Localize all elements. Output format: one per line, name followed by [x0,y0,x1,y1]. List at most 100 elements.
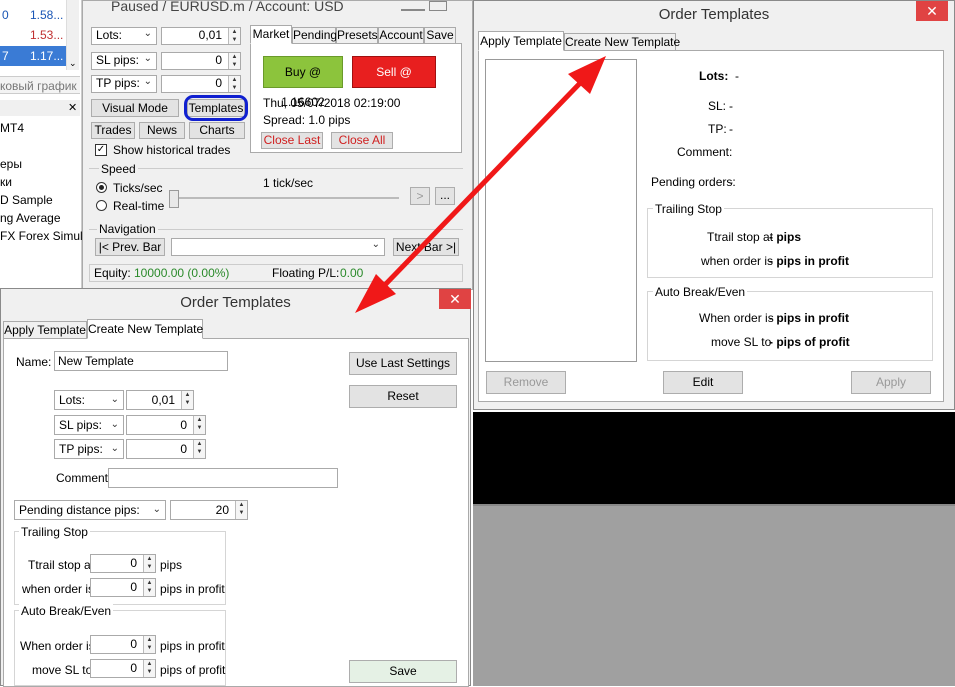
close-all-button[interactable]: Close All [331,132,393,149]
realtime-radio[interactable] [96,200,107,211]
quote-row[interactable]: 0 1.58... [0,6,66,24]
pending-distance-select[interactable]: Pending distance pips: ⌄ [14,500,166,520]
slider-thumb[interactable] [169,190,179,208]
be-when-input[interactable]: 0 ▲ ▼ [90,635,156,654]
chevron-down-icon: ⌄ [110,443,119,454]
spin-icon[interactable]: ▲ ▼ [193,416,205,434]
lots-input[interactable]: 0,01 ▲ ▼ [161,27,241,45]
tp-input[interactable]: 0 ▲ ▼ [161,75,241,93]
close-last-button[interactable]: Close Last [261,132,323,149]
ttrail-input[interactable]: 0 ▲ ▼ [90,554,156,573]
lots-select[interactable]: Lots: ⌄ [54,390,124,410]
tp-input[interactable]: 0 ▲ ▼ [126,439,206,459]
navigation-select[interactable]: ⌄ [171,238,385,256]
tab-presets[interactable]: Presets [336,27,378,44]
tp-select[interactable]: TP pips: ⌄ [91,75,157,93]
tab-apply-template[interactable]: Apply Template [3,321,87,339]
spin-icon[interactable]: ▲ ▼ [143,555,155,572]
trades-button[interactable]: Trades [91,122,135,139]
spin-icon[interactable]: ▲ ▼ [143,636,155,653]
apply-template-window: Order Templates ✕ Apply Template Create … [473,0,955,410]
status-bar: Equity: 10000.00 (0.00%) Floating P/L: 0… [89,264,463,282]
ticks-radio[interactable] [96,182,107,193]
tab-apply-template[interactable]: Apply Template [478,31,564,51]
sl-input[interactable]: 0 ▲ ▼ [161,52,241,70]
prev-bar-button[interactable]: |< Prev. Bar [95,238,165,256]
radio-dot-icon [99,185,104,190]
forward-button[interactable]: > [410,187,430,205]
spin-icon[interactable]: ▲ ▼ [228,28,240,44]
close-icon[interactable]: ✕ [439,289,471,309]
next-bar-button[interactable]: Next Bar >| [393,238,459,256]
sl-input[interactable]: 0 ▲ ▼ [126,415,206,435]
quote-row-selected[interactable]: 7 1.17... [0,46,66,66]
spin-icon[interactable]: ▲ ▼ [235,501,247,519]
minimize-button[interactable] [401,1,425,11]
apply-tab-panel: Lots: - SL: - TP: - Comment: Pending ord… [478,50,944,402]
trailing-stop-title: Trailing Stop [19,525,90,539]
buy-button[interactable]: Buy @ 1.16602 [263,56,343,109]
chart-tab[interactable]: ковый график [0,76,80,94]
apply-button[interactable]: Apply [851,371,931,394]
close-icon[interactable]: ✕ [916,1,948,21]
create-tab-panel: Name: New Template Use Last Settings Res… [3,338,469,687]
more-button[interactable]: ... [435,187,455,205]
edit-button[interactable]: Edit [663,371,743,394]
template-list[interactable] [485,59,637,362]
sell-button[interactable]: Sell @ 1.16592 [352,56,436,109]
lots-input[interactable]: 0,01 ▲ ▼ [126,390,194,410]
pending-distance-input[interactable]: 20 ▲ ▼ [170,500,248,520]
window-title: Order Templates [658,6,770,23]
spin-icon[interactable]: ▲ ▼ [193,440,205,458]
visual-mode-button[interactable]: Visual Mode [91,99,179,117]
when-value: - pips in profit [769,254,849,268]
quote-row[interactable]: 1.53... [0,26,66,44]
sl-select[interactable]: SL pips: ⌄ [54,415,124,435]
lots-select[interactable]: Lots: ⌄ [91,27,157,45]
navigator-item[interactable]: MT4 [0,121,24,135]
show-historical-checkbox[interactable]: ✓ [95,144,107,156]
tab-pending[interactable]: Pending [292,27,337,44]
chart-area-gray [473,504,955,686]
spin-icon[interactable]: ▲ ▼ [181,391,193,409]
tab-account[interactable]: Account [378,27,424,44]
when-label: when order is [701,254,774,268]
when-input[interactable]: 0 ▲ ▼ [90,578,156,597]
spin-icon[interactable]: ▲ ▼ [143,660,155,677]
name-input[interactable]: New Template [54,351,228,371]
navigator-item[interactable]: еры [0,157,22,171]
be-move-input[interactable]: 0 ▲ ▼ [90,659,156,678]
spin-icon[interactable]: ▲ ▼ [228,53,240,69]
tp-select[interactable]: TP pips: ⌄ [54,439,124,459]
tab-market[interactable]: Market [250,25,292,44]
navigator-item[interactable]: D Sample [0,193,53,207]
market-panel: Buy @ 1.16602 Sell @ 1.16592 Thu, 05/07/… [250,43,462,153]
speed-slider[interactable] [173,197,399,199]
scrollbar[interactable]: ⌄ [66,0,79,70]
sl-select[interactable]: SL pips: ⌄ [91,52,157,70]
quote-list[interactable]: 0 1.58... 1.53... 7 1.17... ⌄ [0,0,80,70]
use-last-settings-button[interactable]: Use Last Settings [349,352,457,375]
charts-button[interactable]: Charts [189,122,245,139]
tester-window: Paused / EURUSD.m / Account: USD Lots: ⌄ … [82,0,473,290]
navigator-item[interactable]: ng Average [0,211,61,225]
tab-create-template[interactable]: Create New Template [564,33,680,51]
be-move-label: move SL to [32,663,93,677]
news-button[interactable]: News [139,122,185,139]
equity-label: Equity: [94,266,131,280]
spin-icon[interactable]: ▲ ▼ [228,76,240,92]
navigator-item[interactable]: FX Forex Simula [0,229,89,243]
realtime-label: Real-time [113,199,165,213]
sl-value: - [729,99,733,113]
remove-button[interactable]: Remove [486,371,566,394]
chevron-down-icon[interactable]: ⌄ [69,58,77,69]
reset-button[interactable]: Reset [349,385,457,408]
spin-icon[interactable]: ▲ ▼ [143,579,155,596]
tab-save[interactable]: Save [424,27,456,44]
tab-create-template[interactable]: Create New Template [87,319,203,339]
navigator-item[interactable]: ки [0,175,12,189]
maximize-button[interactable] [429,1,447,11]
save-button[interactable]: Save [349,660,457,683]
close-icon[interactable]: ✕ [68,101,77,114]
comment-input[interactable] [108,468,338,488]
